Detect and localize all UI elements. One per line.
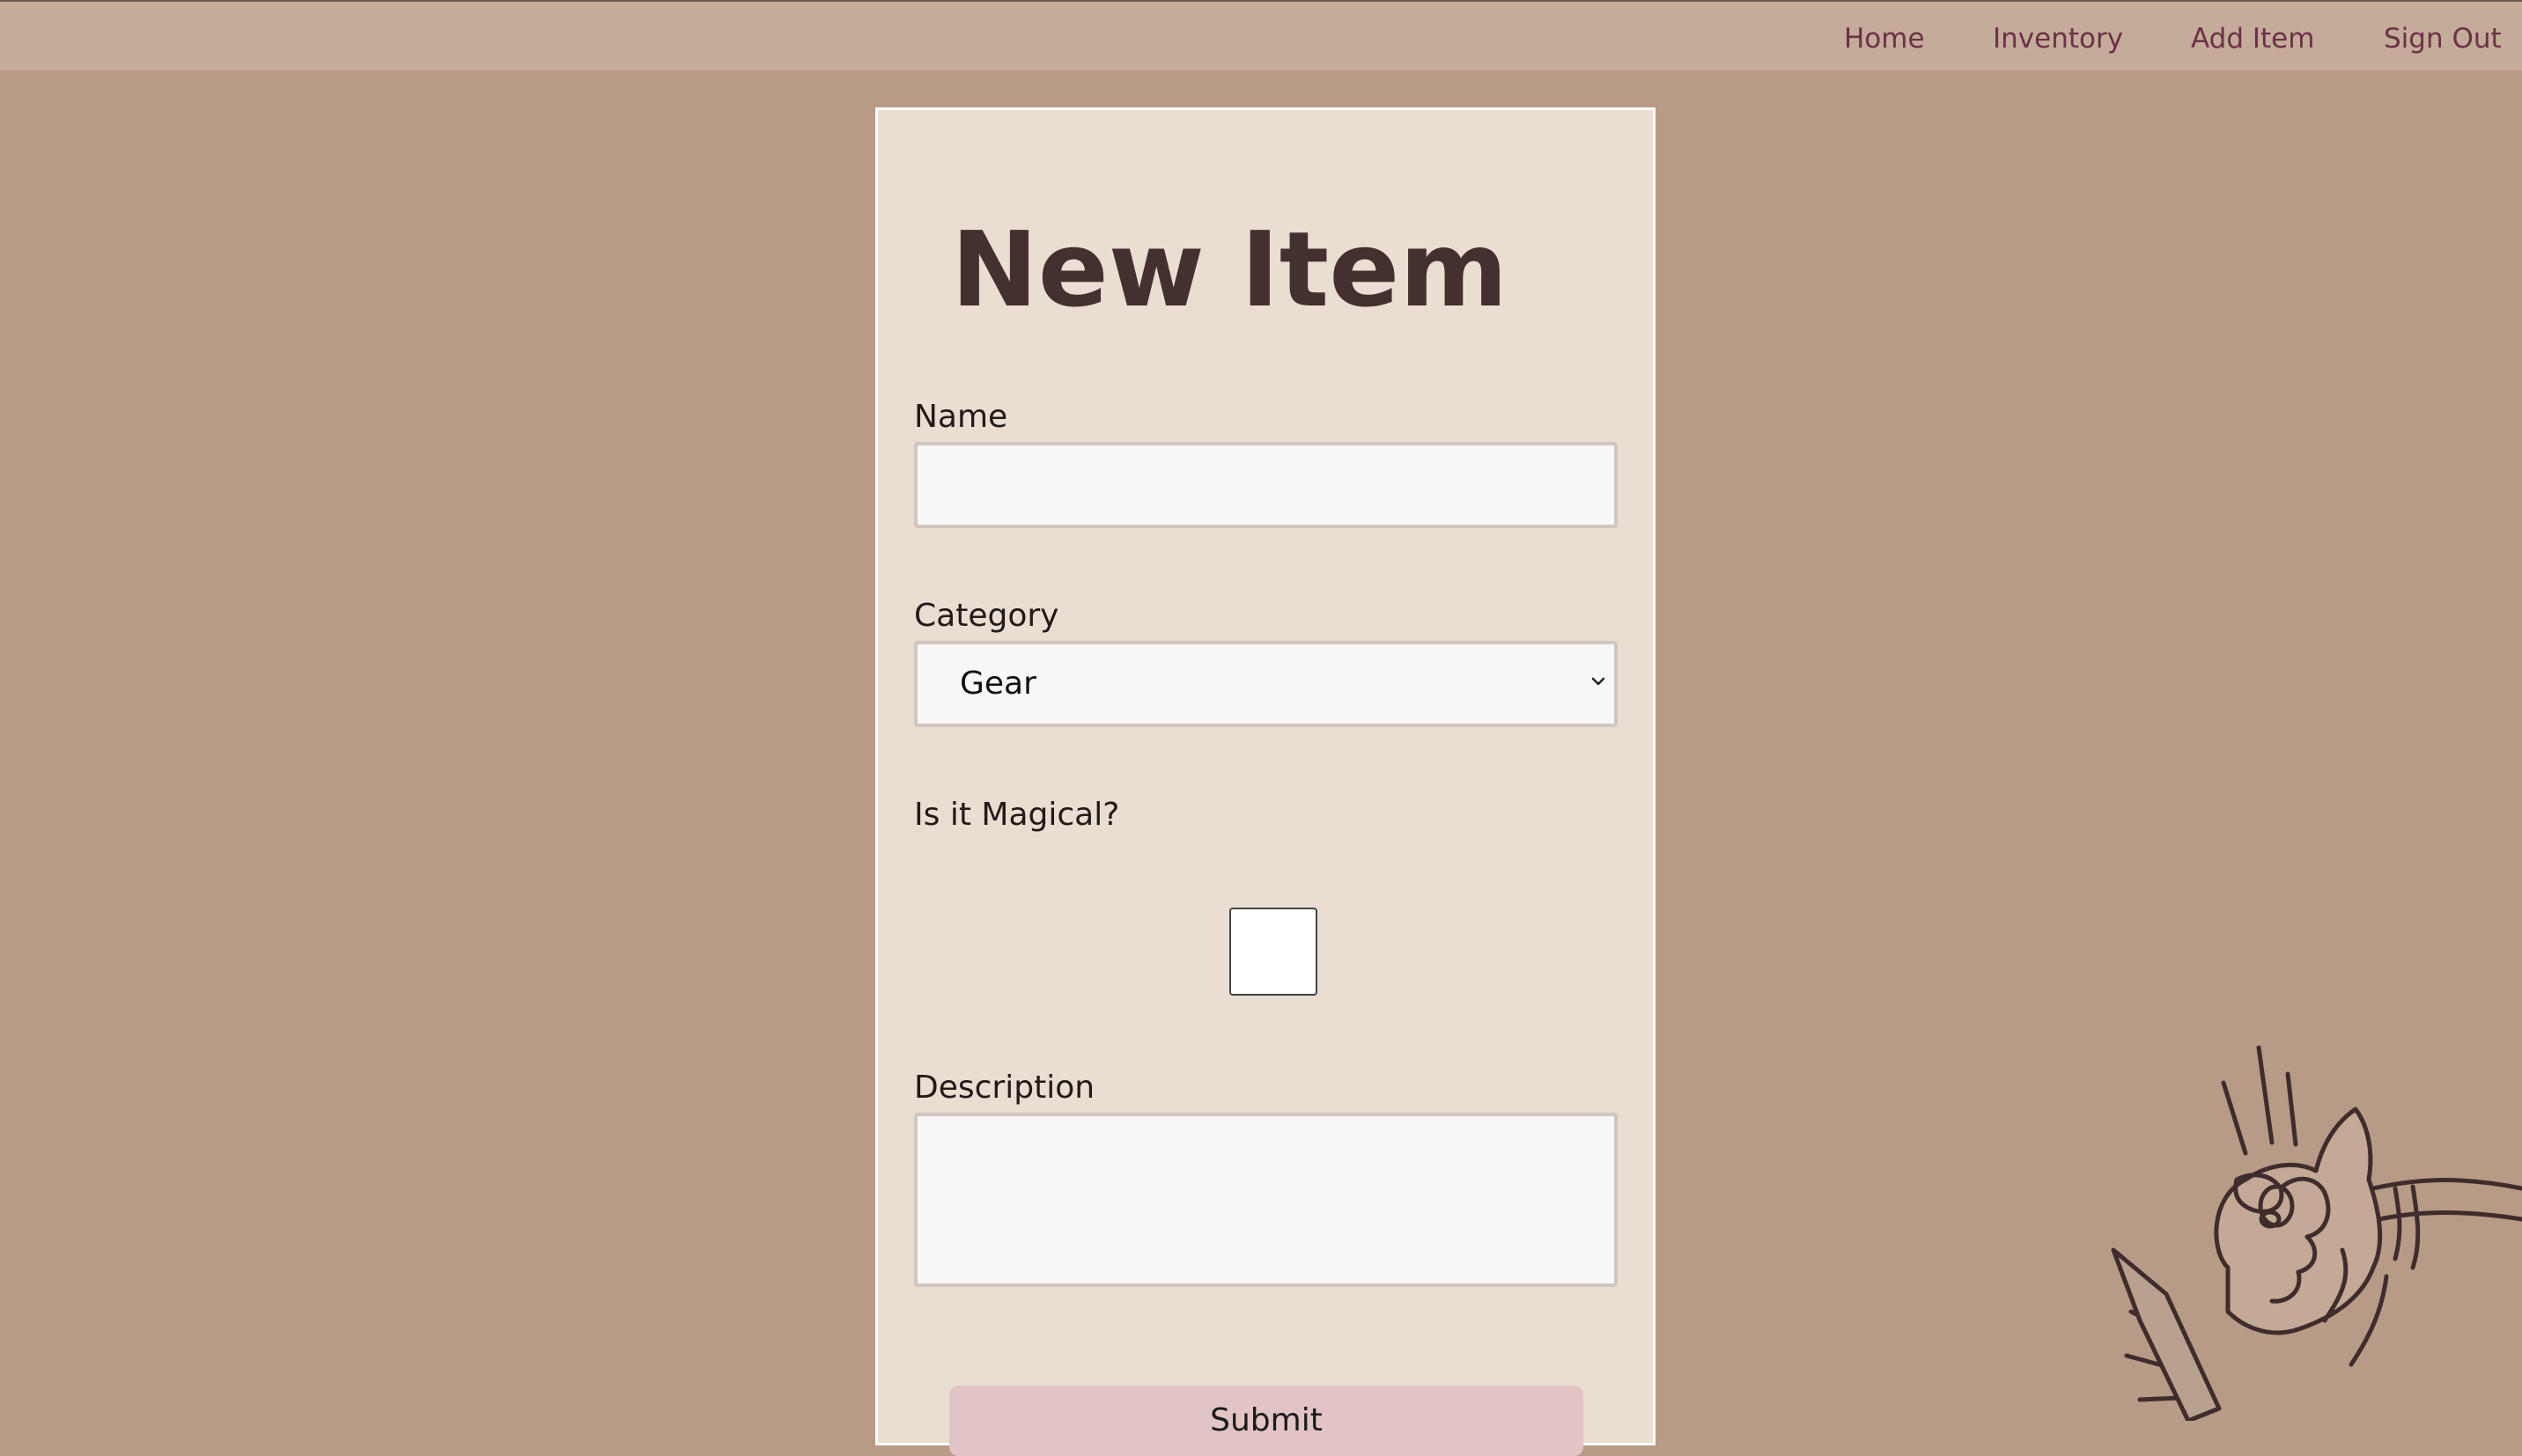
category-label: Category	[914, 598, 1059, 634]
category-selected-value[interactable]: Gear	[960, 664, 1036, 704]
name-input[interactable]	[914, 442, 1618, 528]
page-title: New Item	[951, 209, 1508, 330]
submit-button[interactable]: Submit	[949, 1386, 1583, 1456]
description-label: Description	[914, 1070, 1095, 1106]
chevron-down-icon[interactable]	[1589, 673, 1607, 690]
name-label: Name	[914, 399, 1008, 435]
nav-home-link[interactable]: Home	[1844, 21, 1925, 56]
top-navbar: Home Inventory Add Item Sign Out	[0, 2, 2522, 70]
hand-sword-illustration	[2111, 1045, 2522, 1421]
description-textarea[interactable]	[914, 1113, 1618, 1287]
nav-inventory-link[interactable]: Inventory	[1993, 21, 2123, 56]
nav-sign-out-link[interactable]: Sign Out	[2384, 21, 2502, 56]
magical-checkbox[interactable]	[1229, 908, 1317, 996]
magical-label: Is it Magical?	[914, 797, 1120, 833]
nav-add-item-link[interactable]: Add Item	[2191, 21, 2314, 56]
